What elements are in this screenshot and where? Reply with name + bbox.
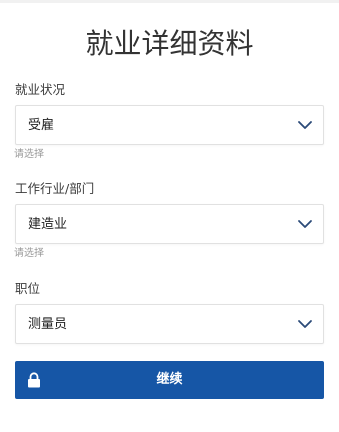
industry-select[interactable]: 建造业 (15, 204, 324, 244)
industry-field: 工作行业/部门 建造业 请选择 (14, 181, 324, 260)
continue-button[interactable]: 继续 (15, 361, 324, 399)
industry-label: 工作行业/部门 (15, 181, 95, 196)
chevron-down-icon (298, 220, 312, 228)
chevron-down-icon (298, 121, 312, 129)
position-label: 职位 (15, 281, 41, 296)
page-title: 就业详细资料 (85, 27, 254, 60)
industry-hint: 请选择 (14, 248, 44, 259)
position-select[interactable]: 测量员 (15, 304, 324, 344)
top-divider (0, 0, 339, 3)
position-value: 测量员 (28, 317, 68, 332)
employment-status-select[interactable]: 受雇 (15, 105, 324, 145)
employment-status-hint: 请选择 (14, 149, 44, 160)
industry-value: 建造业 (28, 217, 68, 232)
employment-status-value: 受雇 (28, 118, 55, 133)
employment-status-label: 就业状况 (15, 82, 66, 97)
employment-status-field: 就业状况 受雇 请选择 (14, 82, 324, 161)
chevron-down-icon (298, 320, 312, 328)
position-field: 职位 测量员 (15, 281, 324, 344)
continue-button-label: 继续 (156, 372, 183, 387)
